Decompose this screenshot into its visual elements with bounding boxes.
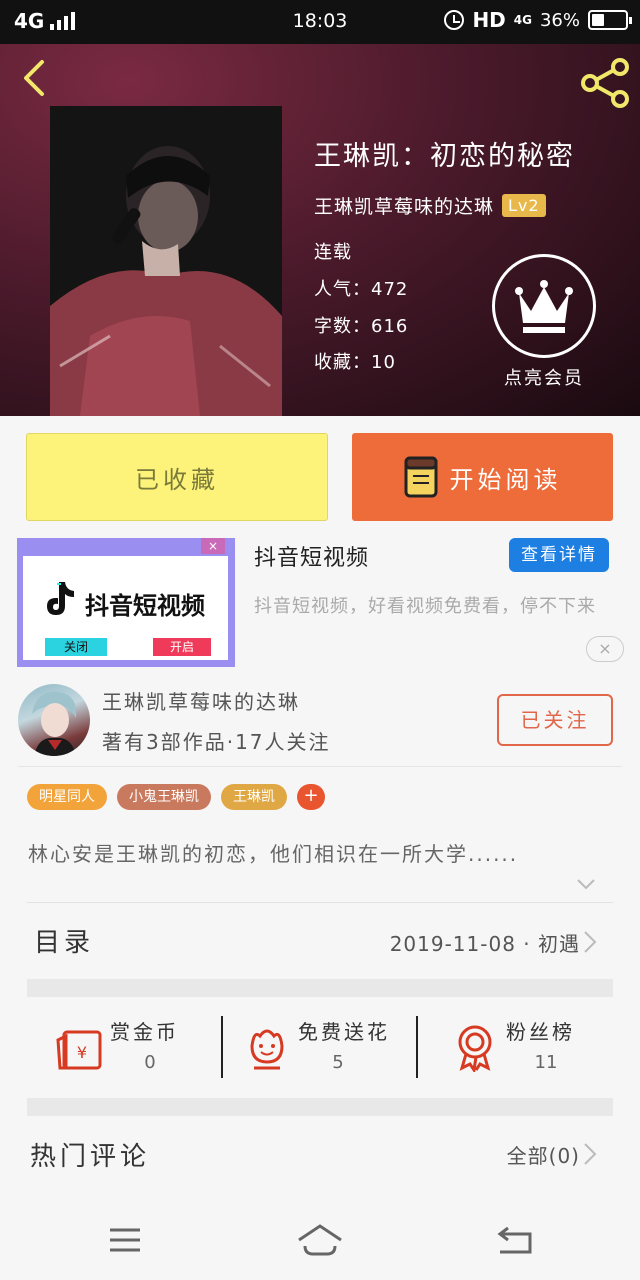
divider xyxy=(18,766,622,767)
share-icon[interactable] xyxy=(578,58,632,108)
back-nav-icon[interactable] xyxy=(490,1220,540,1260)
menu-icon[interactable] xyxy=(100,1220,150,1260)
start-reading-button[interactable]: 开始阅读 xyxy=(352,433,613,521)
stat-value: 0 xyxy=(144,1052,156,1073)
stat-title: 赏金币 xyxy=(110,1020,179,1044)
toc-label: 目录 xyxy=(34,928,95,958)
synopsis: 林心安是王琳凯的初恋，他们相识在一所大学...... xyxy=(28,842,519,866)
chevron-down-icon[interactable] xyxy=(576,874,596,894)
hd-indicator: HD xyxy=(472,8,506,32)
award-ribbon-icon xyxy=(458,1025,492,1072)
section-gap xyxy=(27,1098,613,1116)
read-label: 开始阅读 xyxy=(449,465,562,494)
red-envelope-icon: ¥ xyxy=(56,1030,102,1070)
tag-list: 明星同人 小鬼王琳凯 王琳凯 + xyxy=(27,784,325,810)
status-icons: HD 4G 36% xyxy=(444,8,632,32)
book-cover[interactable] xyxy=(50,106,282,416)
flower-icon xyxy=(250,1029,284,1070)
fan-ranking-item[interactable]: 粉丝榜 11 xyxy=(420,1012,610,1082)
section-gap xyxy=(27,979,613,997)
tag-item[interactable]: 王琳凯 xyxy=(221,784,287,810)
all-comments-link[interactable]: 全部(0) xyxy=(507,1140,580,1169)
book-header: 王琳凯：初恋的秘密 王琳凯草莓味的达琳 Lv2 连载 人气：472 字数：616… xyxy=(0,44,640,416)
author-avatar[interactable] xyxy=(18,684,90,756)
battery-fill xyxy=(592,14,604,26)
alarm-icon xyxy=(444,10,465,30)
collected-label: 已收藏 xyxy=(135,465,219,494)
book-icon xyxy=(404,456,437,498)
svg-text:¥: ¥ xyxy=(77,1043,87,1062)
system-nav-bar xyxy=(0,1200,640,1280)
reward-coins-item[interactable]: ¥ 赏金币 0 xyxy=(24,1012,214,1082)
ad-title[interactable]: 抖音短视频 xyxy=(254,540,369,572)
ad-close-icon[interactable]: × xyxy=(201,538,225,554)
cover-image xyxy=(50,106,282,416)
ad-image-inner: 抖音短视频 关闭 开启 xyxy=(23,556,228,660)
chevron-right-icon xyxy=(584,1143,597,1165)
follow-button[interactable]: 已关注 xyxy=(497,694,613,746)
favorites-count: 收藏：10 xyxy=(314,352,396,373)
battery-percent: 36% xyxy=(539,9,580,31)
collected-button[interactable]: 已收藏 xyxy=(26,433,328,521)
avatar-image xyxy=(32,691,77,756)
tag-item[interactable]: 小鬼王琳凯 xyxy=(117,784,211,810)
crown-icon xyxy=(515,280,573,333)
ad-image-open-button: 开启 xyxy=(153,638,211,656)
ad-description: 抖音短视频，好看视频免费看，停不下来 xyxy=(254,596,596,617)
send-flower-item[interactable]: 免费送花 5 xyxy=(212,1012,402,1082)
chevron-right-icon xyxy=(584,931,597,953)
level-badge: Lv2 xyxy=(502,194,546,217)
home-icon[interactable] xyxy=(295,1220,345,1260)
stat-value: 11 xyxy=(534,1052,558,1073)
book-title: 王琳凯：初恋的秘密 xyxy=(314,141,575,172)
toc-latest-chapter: 2019-11-08 · 初遇 xyxy=(389,932,580,956)
ad-detail-button[interactable]: 查看详情 xyxy=(509,538,609,572)
word-count: 字数：616 xyxy=(314,316,409,337)
add-tag-button[interactable]: + xyxy=(297,784,325,810)
book-author-line[interactable]: 王琳凯草莓味的达琳 Lv2 xyxy=(314,192,546,219)
serial-status: 连载 xyxy=(314,242,352,263)
stat-title: 免费送花 xyxy=(298,1020,390,1044)
vip-label[interactable]: 点亮会员 xyxy=(480,364,608,390)
ad-image-close-button: 关闭 xyxy=(45,638,107,656)
tag-item[interactable]: 明星同人 xyxy=(27,784,107,810)
douyin-logo-icon xyxy=(47,582,74,615)
author-stats: 著有3部作品·17人关注 xyxy=(102,730,331,754)
stat-title: 粉丝榜 xyxy=(506,1020,575,1044)
network-type-2: 4G xyxy=(513,13,532,27)
hot-comments-label: 热门评论 xyxy=(30,1142,151,1172)
author-name[interactable]: 王琳凯草莓味的达琳 xyxy=(102,686,300,715)
status-bar: 4G 18:03 HD 4G 36% xyxy=(0,0,640,44)
divider xyxy=(27,902,613,903)
ad-image-brand: 抖音短视频 xyxy=(85,592,205,620)
ad-dismiss-icon[interactable]: × xyxy=(586,636,624,662)
vip-crown-button[interactable] xyxy=(492,254,596,358)
back-icon[interactable] xyxy=(16,58,56,98)
ad-image[interactable]: × 抖音短视频 关闭 开启 xyxy=(17,538,235,667)
book-author: 王琳凯草莓味的达琳 xyxy=(314,196,495,218)
stat-value: 5 xyxy=(332,1052,344,1073)
battery-icon xyxy=(588,10,632,30)
popularity: 人气：472 xyxy=(314,279,409,300)
divider xyxy=(416,1016,418,1078)
